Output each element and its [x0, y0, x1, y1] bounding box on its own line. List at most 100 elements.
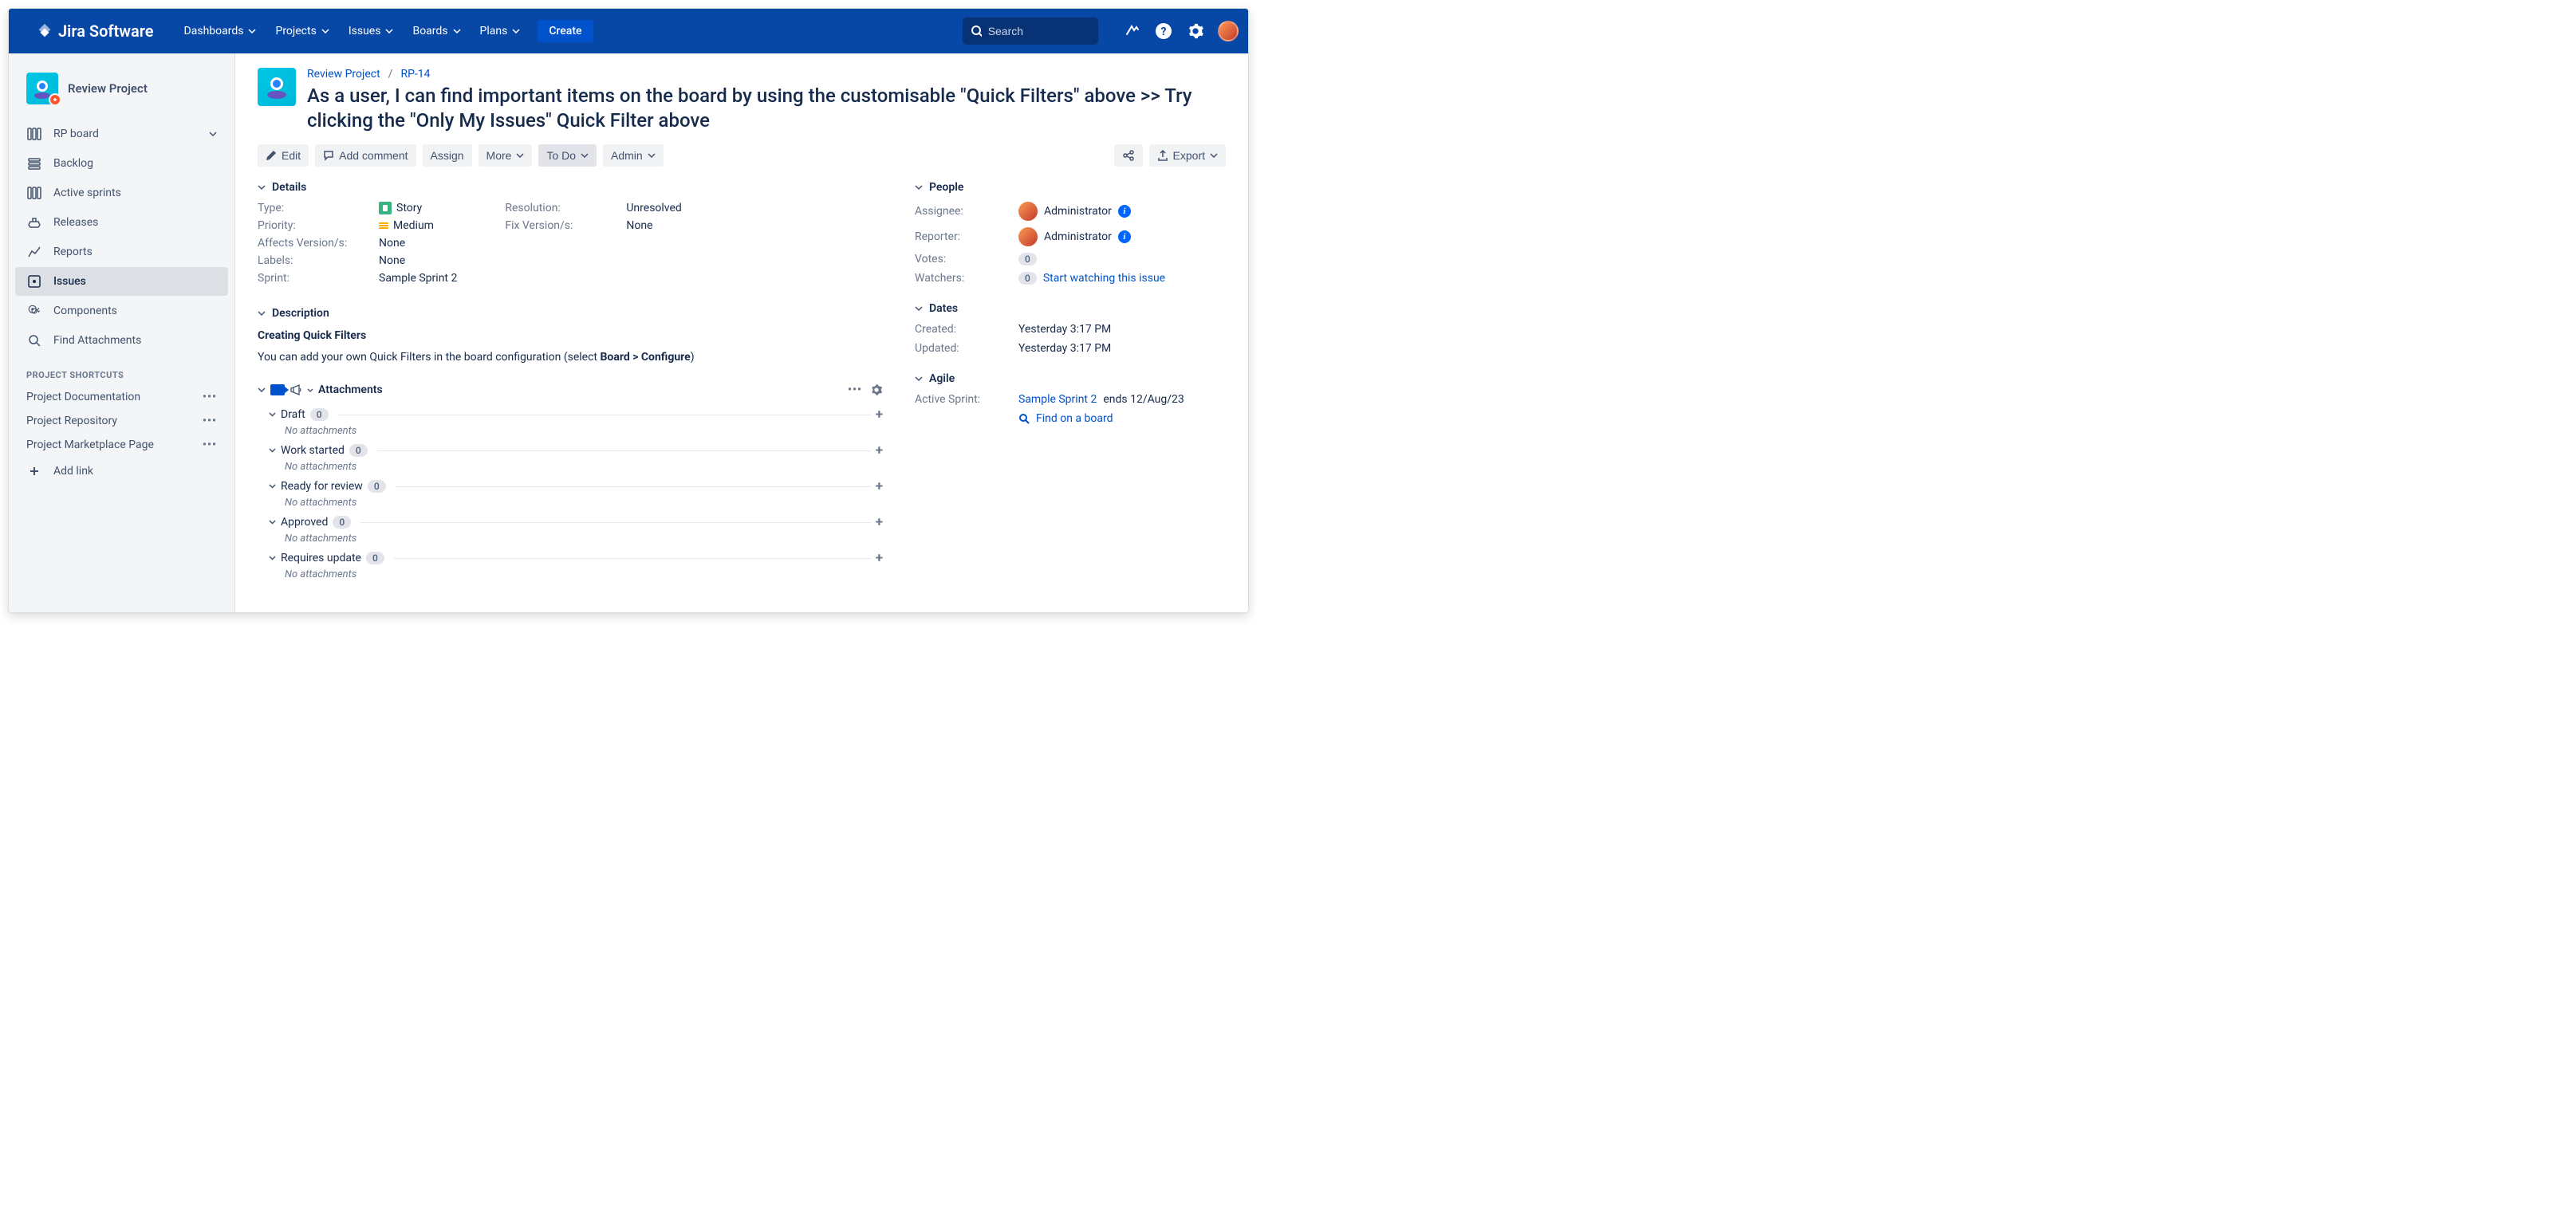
chevron-down-icon[interactable]	[258, 311, 266, 316]
notifications-icon[interactable]	[1122, 22, 1141, 41]
chevron-down-icon[interactable]	[269, 556, 276, 560]
shortcut-repository[interactable]: Project Repository•••	[15, 409, 228, 433]
chevron-down-icon[interactable]	[269, 484, 276, 489]
sidebar-item-active-sprints[interactable]: Active sprints	[15, 179, 228, 207]
help-icon[interactable]: ?	[1154, 22, 1173, 41]
shortcut-marketplace[interactable]: Project Marketplace Page•••	[15, 433, 228, 457]
sidebar-item-find-attachments[interactable]: Find Attachments	[15, 326, 228, 355]
search-icon	[1018, 413, 1030, 424]
chevron-down-icon[interactable]	[915, 185, 923, 190]
more-icon[interactable]: •••	[203, 391, 217, 403]
nav-plans[interactable]: Plans	[472, 20, 529, 42]
avatar	[1018, 202, 1038, 221]
sidebar-item-board[interactable]: RP board	[15, 120, 228, 148]
issue-project-avatar	[258, 68, 296, 106]
add-attachment-button[interactable]: +	[876, 442, 883, 458]
jira-icon	[36, 22, 53, 40]
nav-issues[interactable]: Issues	[341, 20, 402, 42]
sprint-link[interactable]: Sample Sprint 2	[1018, 393, 1097, 406]
search-input[interactable]	[988, 25, 1090, 37]
breadcrumb: Review Project / RP-14	[307, 68, 1226, 81]
chevron-down-icon	[648, 153, 656, 158]
export-button[interactable]: Export	[1149, 144, 1226, 167]
attachment-count-badge: 0	[366, 552, 384, 564]
find-on-board-link[interactable]: Find on a board	[1036, 412, 1113, 425]
chart-icon	[26, 244, 42, 260]
field-label: Updated:	[915, 342, 1018, 355]
megaphone-icon[interactable]	[290, 383, 302, 396]
sidebar-label: Active sprints	[53, 187, 121, 199]
breadcrumb-key[interactable]: RP-14	[400, 68, 430, 81]
sidebar-item-releases[interactable]: Releases	[15, 208, 228, 237]
logo-text: Jira Software	[58, 22, 154, 41]
module-title: Dates	[929, 302, 958, 315]
nav-dashboards[interactable]: Dashboards	[176, 20, 265, 42]
field-label: Priority:	[258, 219, 379, 232]
no-attachments-text: No attachments	[258, 461, 883, 473]
sidebar-label: Components	[53, 305, 117, 317]
admin-button[interactable]: Admin	[603, 144, 664, 167]
sidebar-item-reports[interactable]: Reports	[15, 238, 228, 266]
chevron-down-icon[interactable]	[307, 388, 313, 392]
more-icon[interactable]: •••	[203, 415, 217, 427]
add-attachment-button[interactable]: +	[876, 550, 883, 566]
assign-button[interactable]: Assign	[423, 144, 472, 167]
nav-boards[interactable]: Boards	[404, 20, 468, 42]
field-label: Assignee:	[915, 205, 1018, 218]
user-avatar[interactable]	[1218, 21, 1239, 41]
chevron-down-icon	[581, 153, 589, 158]
chevron-down-icon[interactable]	[269, 412, 276, 417]
watch-link[interactable]: Start watching this issue	[1043, 272, 1165, 285]
video-icon[interactable]	[270, 384, 285, 395]
nav-projects[interactable]: Projects	[267, 20, 337, 42]
more-icon[interactable]: •••	[203, 438, 217, 451]
chevron-down-icon[interactable]	[915, 306, 923, 311]
assignee-value: Administratori	[1018, 202, 1131, 221]
add-attachment-button[interactable]: +	[876, 407, 883, 423]
sidebar-item-components[interactable]: Components	[15, 297, 228, 325]
chevron-down-icon[interactable]	[258, 185, 266, 190]
attachment-count-badge: 0	[310, 408, 329, 421]
status-button[interactable]: To Do	[538, 144, 597, 167]
field-label: Fix Version/s:	[505, 219, 626, 232]
add-attachment-button[interactable]: +	[876, 514, 883, 530]
sidebar-item-backlog[interactable]: Backlog	[15, 149, 228, 178]
gear-icon[interactable]	[870, 383, 883, 396]
chevron-down-icon[interactable]	[269, 520, 276, 525]
sidebar-item-issues[interactable]: Issues	[15, 267, 228, 296]
info-icon[interactable]: i	[1118, 230, 1131, 243]
svg-text:?: ?	[1161, 26, 1167, 38]
search-icon	[971, 25, 982, 37]
more-button[interactable]: More	[479, 144, 533, 167]
settings-icon[interactable]	[1186, 22, 1205, 41]
chevron-down-icon[interactable]	[269, 448, 276, 453]
share-button[interactable]	[1114, 144, 1143, 167]
shortcut-documentation[interactable]: Project Documentation•••	[15, 385, 228, 409]
field-label: Created:	[915, 323, 1018, 336]
sprint-value: Sample Sprint 2	[379, 272, 457, 285]
chevron-down-icon	[1210, 153, 1218, 158]
affects-value: None	[379, 237, 405, 250]
fix-value: None	[626, 219, 652, 232]
chevron-down-icon[interactable]	[915, 376, 923, 381]
info-icon[interactable]: i	[1118, 205, 1131, 218]
jira-logo[interactable]: Jira Software	[36, 22, 154, 41]
votes-value: 0	[1018, 253, 1037, 265]
add-link-button[interactable]: Add link	[15, 457, 228, 486]
top-nav: Jira Software Dashboards Projects Issues…	[9, 9, 1248, 53]
more-icon[interactable]: •••	[848, 383, 862, 396]
people-module: People Assignee:Administratori Reporter:…	[915, 181, 1226, 285]
issue-summary: As a user, I can find important items on…	[307, 84, 1226, 133]
created-value: Yesterday 3:17 PM	[1018, 323, 1111, 336]
chevron-down-icon[interactable]	[258, 387, 266, 392]
add-comment-button[interactable]: Add comment	[315, 144, 416, 167]
add-attachment-button[interactable]: +	[876, 478, 883, 494]
create-button[interactable]: Create	[538, 20, 593, 42]
field-label: Affects Version/s:	[258, 237, 379, 250]
breadcrumb-project[interactable]: Review Project	[307, 68, 380, 81]
module-title: Attachments	[318, 383, 383, 396]
search-box[interactable]	[963, 18, 1098, 45]
edit-button[interactable]: Edit	[258, 144, 309, 167]
chevron-down-icon	[321, 29, 329, 33]
project-avatar[interactable]	[26, 73, 58, 104]
